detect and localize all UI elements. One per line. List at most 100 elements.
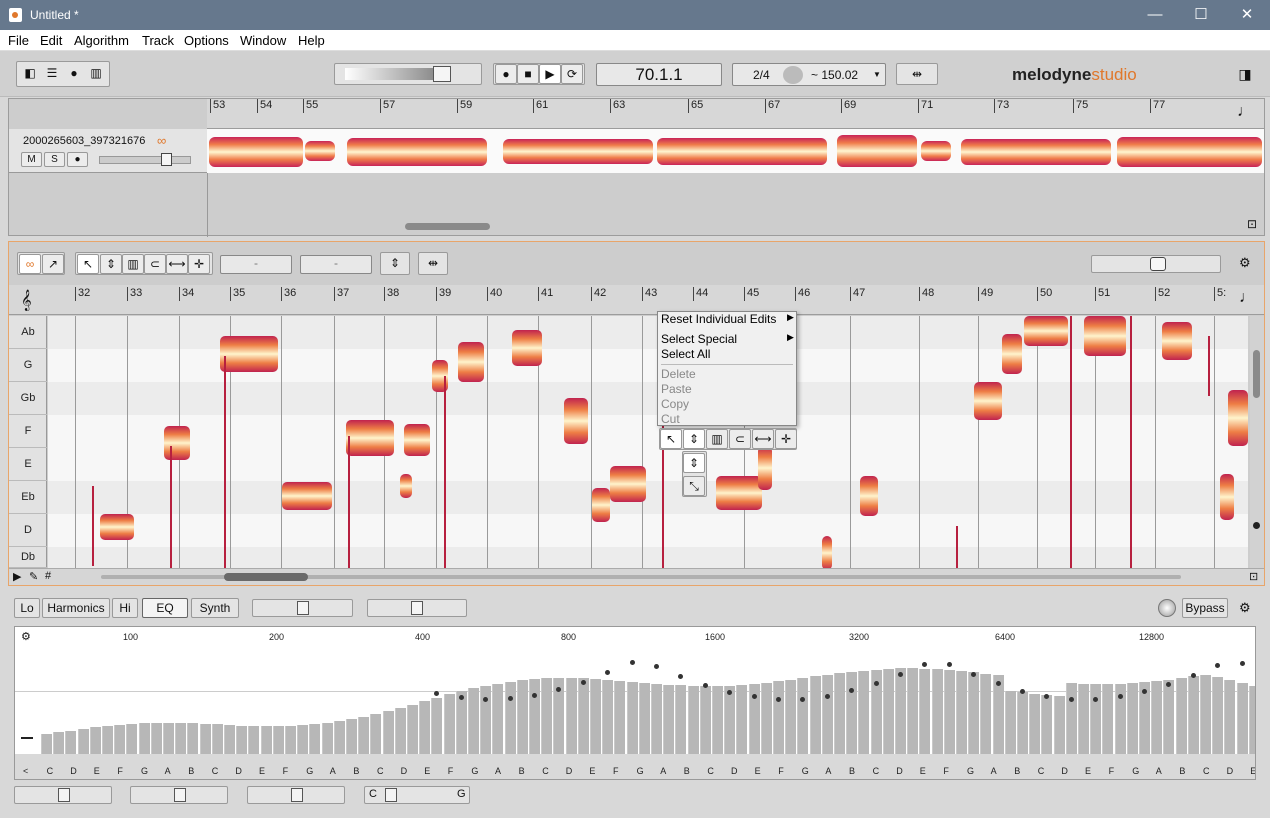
note-grid[interactable]: [48, 316, 1248, 568]
pitch-field[interactable]: -: [220, 255, 292, 274]
menu-algorithm[interactable]: Algorithm: [74, 33, 129, 48]
key-g[interactable]: G: [9, 349, 47, 382]
harmonics-thumb[interactable]: [174, 788, 186, 802]
position-readout[interactable]: 70.1.1: [596, 63, 722, 86]
vzoom-handle[interactable]: [1253, 522, 1260, 529]
pitch-keys[interactable]: Ab G Gb F E Eb D Db: [9, 316, 47, 568]
harmonic-dot[interactable]: [1215, 663, 1221, 669]
pitch-tool-icon[interactable]: ⇕: [100, 254, 122, 274]
record-arm-button[interactable]: ●: [67, 152, 88, 167]
note-blob[interactable]: [282, 482, 332, 510]
pitch-modulation-icon[interactable]: ⤡: [683, 476, 705, 496]
harmonic-dot[interactable]: [1117, 694, 1123, 700]
key-ab[interactable]: Ab: [9, 316, 47, 349]
harmonic-dot[interactable]: [702, 682, 708, 688]
pitch-drift-icon[interactable]: ⇕: [683, 453, 705, 473]
volume-slider[interactable]: [334, 63, 482, 85]
spectrum-gear-icon[interactable]: ⚙: [21, 630, 31, 643]
menu-item-paste[interactable]: Paste: [661, 382, 692, 396]
time-quantize-icon[interactable]: ⇹: [418, 252, 448, 275]
envelope-slider[interactable]: [367, 599, 467, 617]
harmonic-dot[interactable]: [434, 690, 440, 696]
harmonic-dot[interactable]: [1020, 688, 1025, 694]
gain-marker[interactable]: [21, 737, 33, 739]
menu-options[interactable]: Options: [184, 33, 229, 48]
note-blob[interactable]: [716, 476, 762, 510]
zoom-slider-thumb[interactable]: [1150, 257, 1166, 271]
gain-knob[interactable]: [1158, 599, 1176, 617]
note-blob[interactable]: [610, 466, 646, 502]
range-thumb[interactable]: [385, 788, 397, 802]
tab-harmonics[interactable]: Harmonics: [42, 598, 110, 618]
lo-slider[interactable]: [14, 786, 112, 804]
note-blob[interactable]: [346, 420, 394, 456]
range-slider[interactable]: C G: [364, 786, 470, 804]
key-gb[interactable]: Gb: [9, 382, 47, 415]
note-blob[interactable]: [100, 514, 134, 540]
harmonic-dot[interactable]: [727, 689, 733, 695]
note-blob[interactable]: [974, 382, 1002, 420]
harmonic-dot[interactable]: [532, 692, 537, 698]
pointer-tool-icon[interactable]: ↖: [77, 254, 99, 274]
track-volume-thumb[interactable]: [161, 153, 172, 166]
menu-item-select-all[interactable]: Select All: [661, 347, 710, 361]
track-header[interactable]: 2000265603_397321676 ∞ M S ●: [9, 129, 207, 173]
menu-edit[interactable]: Edit: [40, 33, 62, 48]
key-d[interactable]: D: [9, 514, 47, 547]
zoom-fit-icon[interactable]: ⊡: [1247, 217, 1257, 231]
menu-file[interactable]: File: [8, 33, 29, 48]
note-blob[interactable]: [404, 424, 430, 456]
menu-item-reset-edits[interactable]: Reset Individual Edits ▶: [661, 312, 794, 326]
note-icon[interactable]: ♩: [1239, 289, 1255, 307]
note-blob[interactable]: [564, 398, 588, 444]
lo-thumb[interactable]: [58, 788, 70, 802]
editor-vscroll-thumb[interactable]: [1253, 350, 1260, 398]
overview-ruler[interactable]: 53 54 55 57 59 61 63 65 67 69 71 73 75 7…: [207, 99, 1264, 129]
harmonic-dot[interactable]: [458, 694, 464, 700]
harmonic-dot[interactable]: [1068, 696, 1074, 702]
pitch-mode-icon[interactable]: ∞: [19, 254, 41, 274]
harmonic-link-slider[interactable]: [252, 599, 353, 617]
envelope-thumb[interactable]: [411, 601, 423, 615]
note-blob[interactable]: [1162, 322, 1192, 360]
grid-tool-icon[interactable]: #: [45, 570, 51, 582]
harmonic-dot[interactable]: [654, 664, 659, 670]
harmonic-dot[interactable]: [776, 696, 781, 702]
note-blob[interactable]: [1084, 316, 1126, 356]
curve-tool-icon[interactable]: ↗: [42, 254, 64, 274]
editor-vscroll[interactable]: [1250, 316, 1264, 568]
overview-waveform[interactable]: [207, 129, 1264, 173]
pointer-tool-icon[interactable]: ↖: [660, 429, 682, 449]
track-volume-slider[interactable]: [99, 156, 191, 164]
key-db[interactable]: Db: [9, 547, 47, 568]
harmonic-dot[interactable]: [605, 670, 611, 676]
solo-button[interactable]: S: [44, 152, 65, 167]
note-separation-icon[interactable]: ✛: [775, 429, 797, 449]
zoom-fit-icon[interactable]: ⊡: [1249, 570, 1258, 583]
harmonic-dot[interactable]: [580, 679, 586, 685]
mute-button[interactable]: M: [21, 152, 42, 167]
tab-hi[interactable]: Hi: [112, 598, 138, 618]
harmonics-slider[interactable]: [130, 786, 228, 804]
note-blob[interactable]: [1024, 316, 1068, 346]
harmonic-dot[interactable]: [873, 680, 879, 686]
menu-window[interactable]: Window: [240, 33, 286, 48]
menu-item-delete[interactable]: Delete: [661, 367, 696, 381]
link-icon[interactable]: ∞: [157, 133, 166, 148]
editor-settings-gear-icon[interactable]: ⚙: [1239, 255, 1251, 271]
time-signature[interactable]: 2/4: [753, 68, 770, 82]
harmonic-dot[interactable]: [922, 661, 928, 667]
blobs-icon[interactable]: ●: [63, 64, 85, 84]
pitch-quantize-icon[interactable]: ⇕: [380, 252, 410, 275]
stop-icon[interactable]: ■: [517, 64, 539, 84]
track-name[interactable]: 2000265603_397321676: [23, 135, 145, 147]
minimize-button[interactable]: —: [1132, 0, 1178, 30]
note-blob[interactable]: [1002, 334, 1022, 374]
key-e[interactable]: E: [9, 448, 47, 481]
formant-tool-icon[interactable]: ▥: [122, 254, 144, 274]
tempo-dropdown-icon[interactable]: ▼: [873, 70, 881, 79]
menu-item-select-special[interactable]: Select Special ▶: [661, 332, 794, 346]
sound-settings-gear-icon[interactable]: ⚙: [1239, 600, 1251, 616]
volume-slider-thumb[interactable]: [433, 66, 451, 82]
loop-icon[interactable]: ⟳: [561, 64, 583, 84]
